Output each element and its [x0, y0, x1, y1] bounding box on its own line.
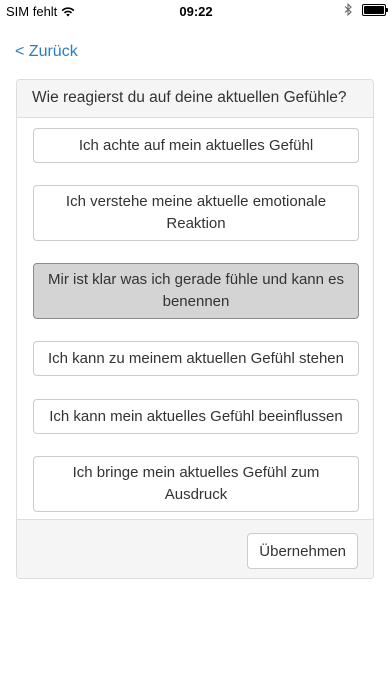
submit-button[interactable]: Übernehmen [247, 533, 358, 569]
options-list: Ich achte auf mein aktuelles Gefühl Ich … [17, 118, 373, 520]
back-button[interactable]: < Zurück [15, 43, 78, 61]
panel-footer: Übernehmen [17, 519, 373, 578]
status-right [344, 3, 388, 16]
status-time: 09:22 [179, 4, 213, 19]
option-button[interactable]: Ich kann mein aktuelles Gefühl beeinflus… [33, 399, 359, 434]
question-panel: Wie reagierst du auf deine aktuellen Gef… [16, 79, 374, 579]
battery-level [364, 5, 384, 14]
option-label: Ich verstehe meine aktuelle emotionale R… [65, 193, 327, 232]
bluetooth-icon [344, 3, 352, 16]
option-label: Mir ist klar was ich gerade fühle und ka… [48, 271, 344, 310]
option-label: Ich bringe mein aktuelles Gefühl zum Aus… [72, 464, 320, 503]
option-label: Ich kann zu meinem aktuellen Gefühl steh… [47, 349, 344, 367]
option-label: Ich achte auf mein aktuelles Gefühl [78, 136, 314, 154]
option-label: Ich kann mein aktuelles Gefühl beeinflus… [49, 407, 343, 425]
option-button-selected[interactable]: Mir ist klar was ich gerade fühle und ka… [33, 263, 359, 319]
battery-icon [362, 3, 388, 16]
question-heading: Wie reagierst du auf deine aktuellen Gef… [17, 80, 373, 118]
status-bar: SIM fehlt 09:22 [0, 0, 392, 24]
option-button[interactable]: Ich bringe mein aktuelles Gefühl zum Aus… [33, 456, 359, 512]
option-button[interactable]: Ich kann zu meinem aktuellen Gefühl steh… [33, 341, 359, 376]
option-button[interactable]: Ich verstehe meine aktuelle emotionale R… [33, 185, 359, 241]
option-button[interactable]: Ich achte auf mein aktuelles Gefühl [33, 128, 359, 163]
